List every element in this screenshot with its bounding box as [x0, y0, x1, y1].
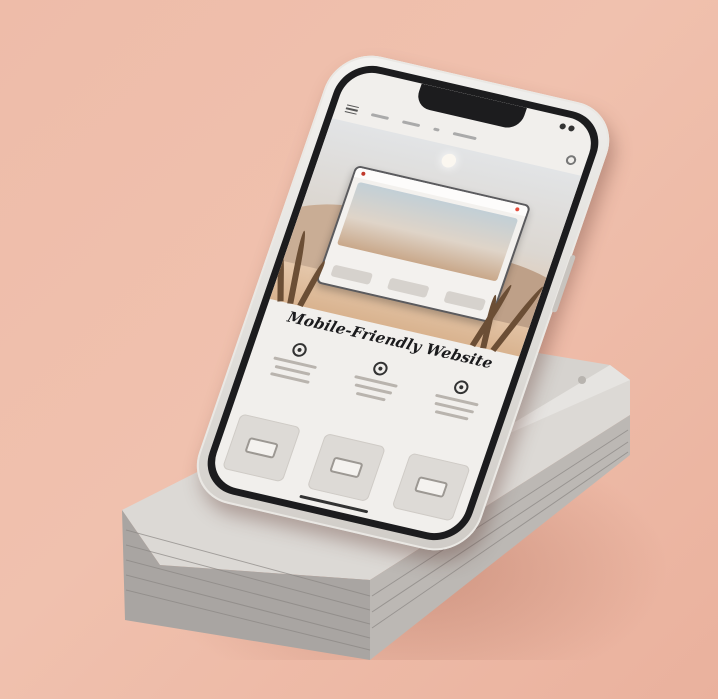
- status-icons: [558, 122, 576, 132]
- gear-icon[interactable]: [564, 154, 578, 167]
- nav-item[interactable]: [452, 131, 478, 140]
- image-icon: [329, 456, 364, 479]
- eye-icon: [452, 379, 471, 396]
- image-icon: [413, 476, 449, 499]
- preview-photo: [336, 181, 519, 282]
- location-icon: [290, 341, 309, 359]
- sun-graphic: [439, 152, 458, 169]
- nav-item[interactable]: [433, 126, 440, 132]
- feature-item: [417, 373, 498, 425]
- feature-item: [255, 335, 336, 387]
- feature-item: [336, 354, 417, 406]
- nav-item[interactable]: [401, 119, 421, 127]
- tile-button[interactable]: [221, 413, 302, 483]
- tile-button[interactable]: [306, 432, 387, 503]
- image-icon: [244, 436, 279, 459]
- location-icon: [371, 360, 390, 377]
- hamburger-icon[interactable]: [344, 104, 360, 115]
- tile-button[interactable]: [391, 452, 471, 522]
- nav-item[interactable]: [370, 112, 390, 120]
